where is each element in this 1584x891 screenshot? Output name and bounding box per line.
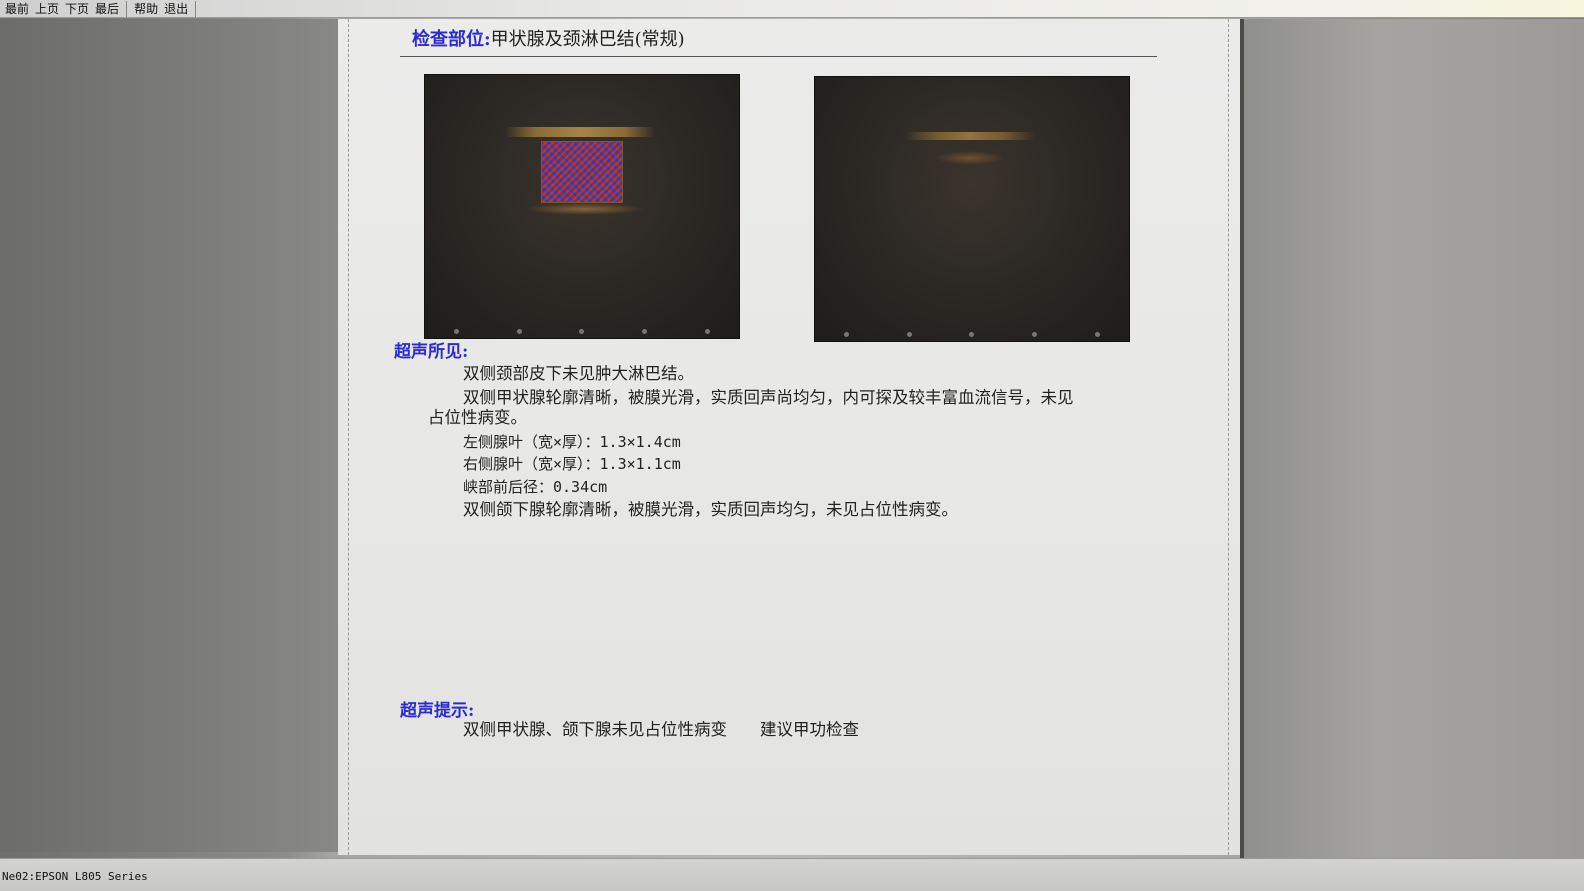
doppler-color-box: [541, 141, 623, 203]
finding-line: 双侧颈部皮下未见肿大淋巴结。: [463, 364, 694, 383]
next-page-button[interactable]: 下页: [62, 1, 92, 17]
previous-page-button[interactable]: 上页: [32, 1, 62, 17]
impression-text: 双侧甲状腺、颌下腺未见占位性病变 建议甲功检查: [463, 720, 859, 739]
finding-line-right-lobe: 右侧腺叶（宽×厚）：1.3×1.1cm: [463, 455, 681, 473]
finding-line-isthmus: 峡部前后径：0.34cm: [463, 478, 608, 496]
right-background-panel: [1240, 19, 1584, 859]
ultrasound-image-grayscale: [814, 76, 1130, 342]
first-page-button[interactable]: 最前: [2, 1, 32, 17]
ultrasound-image-doppler: [424, 74, 740, 339]
toolbar: 最前 上页 下页 最后 帮助 退出: [0, 0, 1584, 18]
ultrasound-echo-glow: [525, 203, 645, 215]
report-page[interactable]: 检查部位:甲状腺及颈淋巴结(常规) 超声所见: 双侧颈部皮下未见肿大淋巴结。 双…: [338, 19, 1240, 855]
ultrasound-echo-band: [505, 127, 655, 137]
exam-site-line: 检查部位:甲状腺及颈淋巴结(常规): [412, 25, 685, 51]
left-background-panel: [0, 19, 338, 852]
finding-line: 双侧颌下腺轮廓清晰，被膜光滑，实质回声均匀，未见占位性病变。: [463, 500, 958, 519]
help-button[interactable]: 帮助: [131, 1, 161, 17]
finding-line: 占位性病变。: [428, 408, 527, 427]
last-page-button[interactable]: 最后: [92, 1, 122, 17]
finding-line-left-lobe: 左侧腺叶（宽×厚）：1.3×1.4cm: [463, 433, 681, 451]
exit-button[interactable]: 退出: [161, 1, 191, 17]
toolbar-separator: [195, 0, 197, 17]
image-scale-markers: [815, 332, 1129, 338]
image-scale-markers: [425, 329, 739, 335]
exam-site-value: 甲状腺及颈淋巴结(常规): [490, 29, 685, 50]
header-divider: [400, 56, 1157, 57]
printer-status: Ne02:EPSON L805 Series: [2, 870, 148, 883]
page-margin-line-left: [348, 19, 349, 855]
toolbar-separator: [126, 0, 128, 17]
findings-heading: 超声所见:: [394, 342, 469, 362]
ultrasound-echo-glow: [935, 151, 1005, 165]
page-margin-line-right: [1228, 19, 1229, 855]
exam-site-label: 检查部位:: [412, 29, 491, 50]
ultrasound-echo-band: [905, 132, 1035, 140]
status-bar: Ne02:EPSON L805 Series: [0, 858, 1584, 891]
impression-heading: 超声提示:: [400, 701, 475, 721]
finding-line: 双侧甲状腺轮廓清晰，被膜光滑，实质回声尚均匀，内可探及较丰富血流信号，未见: [463, 388, 1074, 407]
